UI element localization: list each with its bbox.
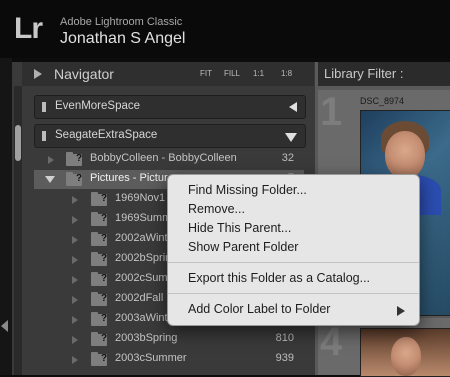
- folder-expand-icon[interactable]: [72, 216, 78, 224]
- menu-item-find-missing-folder[interactable]: Find Missing Folder...: [188, 183, 307, 197]
- navigator-title: Navigator: [54, 66, 114, 82]
- folder-label: 2003cSummer: [115, 352, 187, 364]
- folder-row[interactable]: ? BobbyColleen - BobbyColleen 32: [34, 150, 304, 169]
- top-header: [0, 0, 450, 58]
- photo-subject-face: [391, 337, 421, 376]
- zoom-fill[interactable]: FILL: [224, 69, 240, 78]
- folder-expand-icon[interactable]: [72, 256, 78, 264]
- menu-item-add-color-label[interactable]: Add Color Label to Folder: [188, 302, 330, 316]
- volume-expanded-icon[interactable]: [285, 133, 297, 142]
- menu-item-export-as-catalog[interactable]: Export this Folder as a Catalog...: [188, 271, 370, 285]
- folder-label: BobbyColleen - BobbyColleen: [90, 152, 237, 164]
- menu-separator: [168, 262, 419, 263]
- zoom-fit[interactable]: FIT: [200, 69, 212, 78]
- app-name: Adobe Lightroom Classic: [60, 16, 183, 28]
- cell-index: 4: [320, 320, 343, 364]
- navigator-expand-icon[interactable]: [34, 69, 42, 79]
- missing-folder-icon: ?: [101, 233, 108, 244]
- collapse-left-panel-icon[interactable]: [1, 320, 8, 332]
- library-filter-bar[interactable]: Library Filter :: [318, 62, 450, 86]
- volume-evenmorespace[interactable]: EvenMoreSpace: [34, 95, 306, 119]
- folder-label: Pictures - Pictures: [90, 172, 180, 184]
- lightroom-logo: Lr: [14, 12, 43, 45]
- missing-folder-icon: ?: [101, 353, 108, 364]
- folder-expand-icon[interactable]: [72, 316, 78, 324]
- volume-label: EvenMoreSpace: [55, 100, 141, 112]
- folder-expand-icon[interactable]: [72, 296, 78, 304]
- cell-filename: DSC_8974: [360, 96, 405, 106]
- volume-indicator-icon: [42, 102, 46, 112]
- missing-folder-icon: ?: [101, 193, 108, 204]
- scrollbar-thumb[interactable]: [15, 125, 21, 161]
- folder-label: 2003bSpring: [115, 332, 178, 344]
- folder-expand-icon[interactable]: [72, 236, 78, 244]
- menu-item-hide-this-parent[interactable]: Hide This Parent...: [188, 221, 291, 235]
- folder-count: 810: [275, 332, 294, 344]
- grid-cell[interactable]: 4: [318, 318, 450, 377]
- folder-expand-icon[interactable]: [72, 356, 78, 364]
- context-menu: Find Missing Folder... Remove... Hide Th…: [167, 174, 420, 326]
- folder-expand-icon[interactable]: [48, 156, 54, 164]
- folder-row[interactable]: ? 2003cSummer 939: [34, 350, 304, 369]
- missing-folder-icon: ?: [101, 313, 108, 324]
- folder-count: 32: [281, 152, 294, 164]
- folder-expand-icon[interactable]: [72, 336, 78, 344]
- volume-collapsed-icon[interactable]: [289, 102, 297, 112]
- folder-count: 939: [275, 352, 294, 364]
- volume-seagateextraspace[interactable]: SeagateExtraSpace: [34, 124, 306, 148]
- folder-expand-icon[interactable]: [72, 276, 78, 284]
- missing-folder-icon: ?: [76, 153, 83, 164]
- missing-folder-icon: ?: [101, 293, 108, 304]
- identity-plate-user: Jonathan S Angel: [60, 30, 186, 47]
- missing-folder-icon: ?: [101, 213, 108, 224]
- zoom-1-1[interactable]: 1:1: [253, 69, 264, 78]
- folder-expand-icon[interactable]: [72, 196, 78, 204]
- menu-item-show-parent-folder[interactable]: Show Parent Folder: [188, 240, 298, 254]
- photo-subject-face: [385, 131, 425, 179]
- folder-row[interactable]: ? 2003bSpring 810: [34, 330, 304, 349]
- menu-separator: [168, 293, 419, 294]
- missing-folder-icon: ?: [101, 273, 108, 284]
- zoom-1-8[interactable]: 1:8: [281, 69, 292, 78]
- missing-folder-icon: ?: [101, 253, 108, 264]
- volume-indicator-icon: [42, 131, 46, 141]
- cell-index: 1: [320, 90, 343, 134]
- folder-label: 1969Nov1: [115, 192, 166, 204]
- menu-item-remove[interactable]: Remove...: [188, 202, 245, 216]
- volume-label: SeagateExtraSpace: [55, 129, 158, 141]
- folder-collapse-icon[interactable]: [45, 176, 55, 183]
- folder-label: 2002dFall: [115, 292, 164, 304]
- submenu-arrow-icon: [397, 306, 405, 316]
- missing-folder-icon: ?: [101, 333, 108, 344]
- missing-folder-icon: ?: [76, 173, 83, 184]
- library-filter-label: Library Filter :: [324, 66, 404, 81]
- photo-thumbnail[interactable]: [360, 328, 450, 377]
